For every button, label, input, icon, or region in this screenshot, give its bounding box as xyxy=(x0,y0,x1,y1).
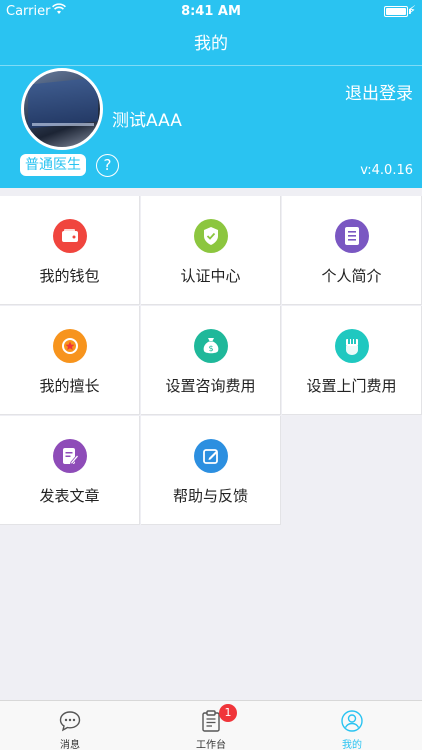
menu-item-wallet[interactable]: 我的钱包 xyxy=(0,196,140,305)
page-title: 我的 xyxy=(194,34,228,54)
avatar-photo-detail xyxy=(32,123,94,126)
menu-item-visit-fee[interactable]: 设置上门费用 xyxy=(282,306,422,415)
battery-icon xyxy=(384,6,411,17)
user-circle-icon xyxy=(340,709,364,733)
menu-item-expertise[interactable]: 我的擅长 xyxy=(0,306,140,415)
help-icon[interactable]: ? xyxy=(96,154,119,177)
edit-document-icon xyxy=(52,439,87,473)
menu-label: 我的擅长 xyxy=(39,377,100,395)
svg-text:$: $ xyxy=(208,344,213,353)
money-bag-icon: $ xyxy=(193,329,228,363)
menu-item-publish-article[interactable]: 发表文章 xyxy=(0,416,140,525)
tab-label: 消息 xyxy=(60,740,80,750)
document-icon xyxy=(334,219,369,253)
profile-header: 测试AAA 退出登录 普通医生 ? v:4.0.16 xyxy=(0,66,422,188)
logout-button[interactable]: 退出登录 xyxy=(345,79,413,104)
menu-item-consult-fee[interactable]: $ 设置咨询费用 xyxy=(141,306,281,415)
nav-bar: 我的 xyxy=(0,24,422,66)
menu-label: 认证中心 xyxy=(180,267,241,285)
menu-label: 发表文章 xyxy=(39,487,100,505)
tab-mine[interactable]: 我的 xyxy=(282,701,422,750)
menu-label: 设置上门费用 xyxy=(306,377,397,395)
menu-item-certification[interactable]: 认证中心 xyxy=(141,196,281,305)
username: 测试AAA xyxy=(112,111,182,131)
version-label: v:4.0.16 xyxy=(360,163,413,178)
chat-bubble-icon xyxy=(58,709,82,733)
menu-item-profile-intro[interactable]: 个人简介 xyxy=(282,196,422,305)
menu-label: 帮助与反馈 xyxy=(172,487,248,505)
notification-badge: 1 xyxy=(219,704,237,722)
shield-check-icon xyxy=(193,219,228,253)
charging-icon: ⚡ xyxy=(407,3,416,17)
hand-money-icon xyxy=(334,329,369,363)
tab-label: 工作台 xyxy=(196,740,226,750)
wallet-icon xyxy=(52,219,87,253)
star-badge-icon xyxy=(52,329,87,363)
tab-workbench[interactable]: 1 工作台 xyxy=(141,701,281,750)
avatar[interactable] xyxy=(21,68,103,150)
tab-label: 我的 xyxy=(342,740,362,750)
menu-item-help-feedback[interactable]: 帮助与反馈 xyxy=(141,416,281,525)
role-badge: 普通医生 xyxy=(20,154,86,176)
tab-bar: 消息 1 工作台 我的 xyxy=(0,700,422,750)
tab-messages[interactable]: 消息 xyxy=(0,701,140,750)
menu-label: 我的钱包 xyxy=(39,267,100,285)
avatar-photo xyxy=(28,77,98,129)
status-bar: Carrier 8:41 AM ⚡ xyxy=(0,0,422,24)
feedback-edit-icon xyxy=(193,439,228,473)
menu-label: 设置咨询费用 xyxy=(165,377,256,395)
menu-label: 个人简介 xyxy=(321,267,382,285)
status-time: 8:41 AM xyxy=(181,4,241,19)
